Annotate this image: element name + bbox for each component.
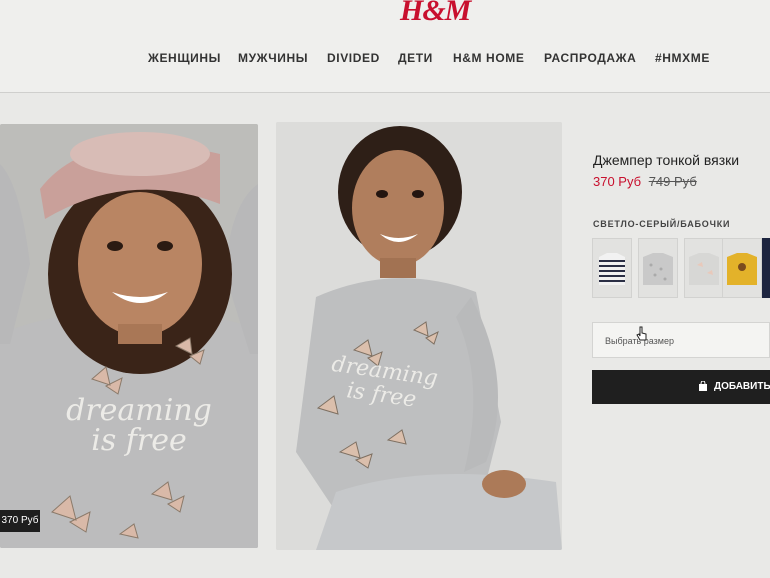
print-line-2: is free: [91, 423, 187, 458]
nav-item-divided[interactable]: DIVIDED: [327, 51, 380, 65]
hm-logo[interactable]: H&M: [400, 0, 471, 28]
hand-cursor-icon: [636, 326, 647, 341]
nav-item-hmxme[interactable]: #HMXME: [655, 51, 710, 65]
add-button-label: ДОБАВИТЬ: [714, 381, 770, 392]
print-line-1: dreaming: [66, 393, 212, 428]
product-photo-1[interactable]: dreaming is free: [0, 124, 258, 548]
yellow-sweater-icon: [727, 253, 757, 285]
shopping-bag-icon: [699, 381, 707, 391]
photo-price-tag: 370 Руб: [0, 510, 40, 532]
swatch-navy[interactable]: [762, 238, 770, 298]
swatch-yellow[interactable]: [722, 238, 762, 298]
product-title: Джемпер тонкой вязки: [593, 152, 740, 168]
color-swatches: [592, 238, 770, 298]
add-to-cart-button[interactable]: ДОБАВИТЬ: [592, 370, 770, 404]
striped-sweater-icon: [599, 253, 625, 285]
price-row: 370 Руб 749 Руб: [593, 174, 697, 189]
main-nav: ЖЕНЩИНЫ МУЖЧИНЫ DIVIDED ДЕТИ H&M HOME РА…: [0, 51, 770, 67]
nav-item-home[interactable]: H&M HOME: [453, 51, 524, 65]
old-price: 749 Руб: [648, 174, 697, 189]
nav-item-sale[interactable]: РАСПРОДАЖА: [544, 51, 636, 65]
size-select[interactable]: Выбрать размер: [592, 322, 770, 358]
sweater-print-text-1: dreaming is free: [64, 396, 214, 456]
swatch-striped-navy[interactable]: [592, 238, 632, 298]
product-photo-2[interactable]: dreaming is free: [276, 122, 562, 550]
swatch-grey-pattern[interactable]: [638, 238, 678, 298]
swatch-light-grey-butterflies[interactable]: [684, 238, 724, 298]
butterfly-sweater-icon: [689, 253, 719, 285]
header: H&M ЖЕНЩИНЫ МУЖЧИНЫ DIVIDED ДЕТИ H&M HOM…: [0, 0, 770, 92]
color-label: СВЕТЛО-СЕРЫЙ/БАБОЧКИ: [593, 219, 731, 229]
photo-2-illustration: [276, 122, 562, 550]
sale-price: 370 Руб: [593, 174, 642, 189]
header-divider: [0, 92, 770, 93]
grey-sweater-icon: [643, 253, 673, 285]
photo-1-illustration: [0, 124, 258, 548]
nav-item-men[interactable]: МУЖЧИНЫ: [238, 51, 308, 65]
nav-item-kids[interactable]: ДЕТИ: [398, 51, 433, 65]
nav-item-women[interactable]: ЖЕНЩИНЫ: [148, 51, 221, 65]
